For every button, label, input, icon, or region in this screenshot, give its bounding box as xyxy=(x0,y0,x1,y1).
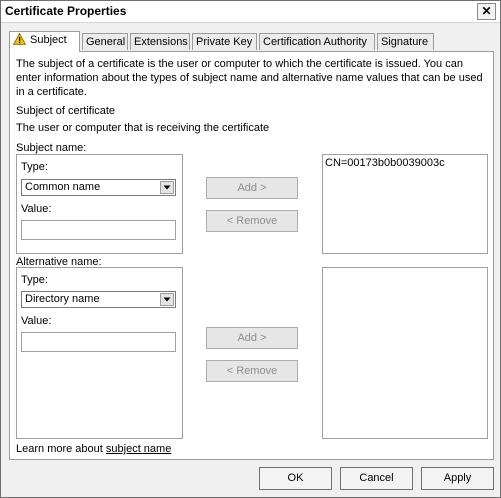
subject-name-list[interactable]: CN=00173b0b0039003c xyxy=(322,154,488,254)
alternative-value-input[interactable] xyxy=(21,332,176,352)
alternative-type-select[interactable]: Directory name xyxy=(21,291,176,308)
subject-type-select[interactable]: Common name xyxy=(21,179,176,196)
alternative-remove-button[interactable]: < Remove xyxy=(206,360,298,382)
tab-signature[interactable]: Signature xyxy=(377,33,434,50)
tab-label: Signature xyxy=(381,36,429,48)
subject-name-link[interactable]: subject name xyxy=(106,443,171,455)
subject-value-label: Value: xyxy=(21,203,52,215)
alternative-value-label: Value: xyxy=(21,315,52,327)
ok-button[interactable]: OK xyxy=(259,467,332,490)
alternative-type-label: Type: xyxy=(21,274,48,286)
tab-label: Private Key xyxy=(196,36,253,48)
intro-text: The subject of a certificate is the user… xyxy=(16,58,483,98)
list-item[interactable]: CN=00173b0b0039003c xyxy=(325,156,445,170)
tab-subject[interactable]: Subject xyxy=(9,31,80,52)
warning-icon xyxy=(12,32,27,51)
cancel-button[interactable]: Cancel xyxy=(340,467,413,490)
subject-add-button[interactable]: Add > xyxy=(206,177,298,199)
section-title: Subject of certificate xyxy=(16,105,116,117)
subject-type-label: Type: xyxy=(21,161,48,173)
tab-label: General xyxy=(86,36,126,48)
tab-label: Subject xyxy=(30,34,67,46)
alternative-name-group: Type: Directory name Value: xyxy=(16,267,183,439)
tab-private-key[interactable]: Private Key xyxy=(192,33,257,50)
close-button[interactable]: ✕ xyxy=(477,3,496,20)
title-bar: Certificate Properties ✕ xyxy=(1,1,500,23)
tab-label: Certification Authority xyxy=(263,36,367,48)
learn-more: Learn more about subject name xyxy=(16,442,171,456)
subject-value-input[interactable] xyxy=(21,220,176,240)
subject-name-group: Type: Common name Value: xyxy=(16,154,183,254)
tab-certification-authority[interactable]: Certification Authority xyxy=(259,33,375,50)
apply-button[interactable]: Apply xyxy=(421,467,494,490)
tab-general[interactable]: General xyxy=(82,33,128,50)
learn-more-prefix: Learn more about xyxy=(16,443,106,455)
subject-tab-panel: The subject of a certificate is the user… xyxy=(9,51,494,460)
section-description: The user or computer that is receiving t… xyxy=(16,122,270,134)
chevron-down-icon[interactable] xyxy=(160,181,174,194)
chevron-down-icon[interactable] xyxy=(160,293,174,306)
subject-remove-button[interactable]: < Remove xyxy=(206,210,298,232)
window-title: Certificate Properties xyxy=(5,4,127,18)
certificate-properties-dialog: Certificate Properties ✕ Subject General… xyxy=(0,0,501,498)
alternative-type-value: Directory name xyxy=(25,293,100,305)
subject-name-label: Subject name: xyxy=(16,142,87,154)
alternative-add-button[interactable]: Add > xyxy=(206,327,298,349)
tab-label: Extensions xyxy=(134,36,188,48)
tab-extensions[interactable]: Extensions xyxy=(130,33,190,50)
alternative-name-list[interactable] xyxy=(322,267,488,439)
subject-type-value: Common name xyxy=(25,181,101,193)
